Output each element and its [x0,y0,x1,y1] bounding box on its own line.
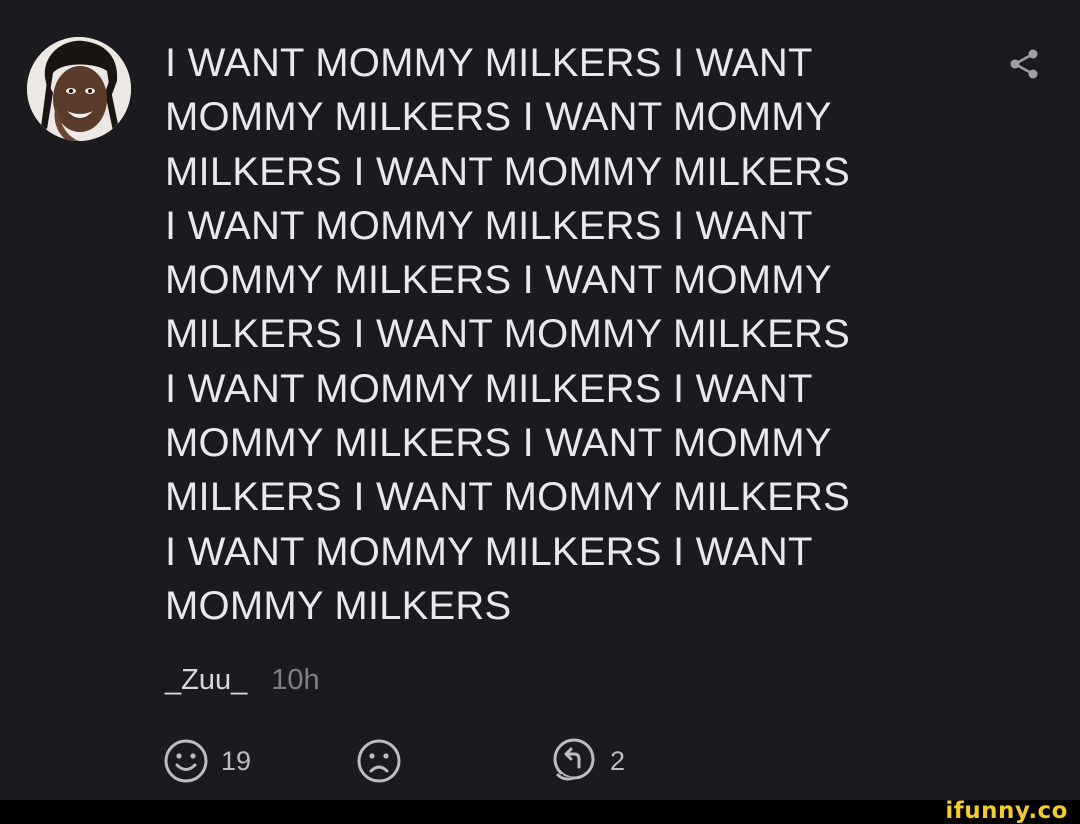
avatar-image [27,37,131,141]
share-button[interactable] [1006,46,1042,82]
reaction-bar: 19 2 [0,736,700,786]
reply-icon [553,738,595,782]
post-text: I WANT MOMMY MILKERS I WANT MOMMY MILKER… [165,41,850,628]
post-meta: _Zuu_ 10h [165,660,320,700]
frown-button[interactable] [356,736,402,786]
reply-count: 2 [610,745,626,776]
bottom-bar [0,800,1080,824]
share-icon [1010,49,1038,79]
watermark: ifunny.co [945,798,1068,824]
timestamp: 10h [271,663,320,696]
smile-icon [164,739,208,783]
avatar[interactable] [27,37,131,141]
smile-button[interactable]: 19 [163,736,251,786]
frown-icon [357,739,401,783]
reply-button[interactable]: 2 [550,736,625,786]
smile-count: 19 [221,745,252,776]
username[interactable]: _Zuu_ [165,664,247,697]
